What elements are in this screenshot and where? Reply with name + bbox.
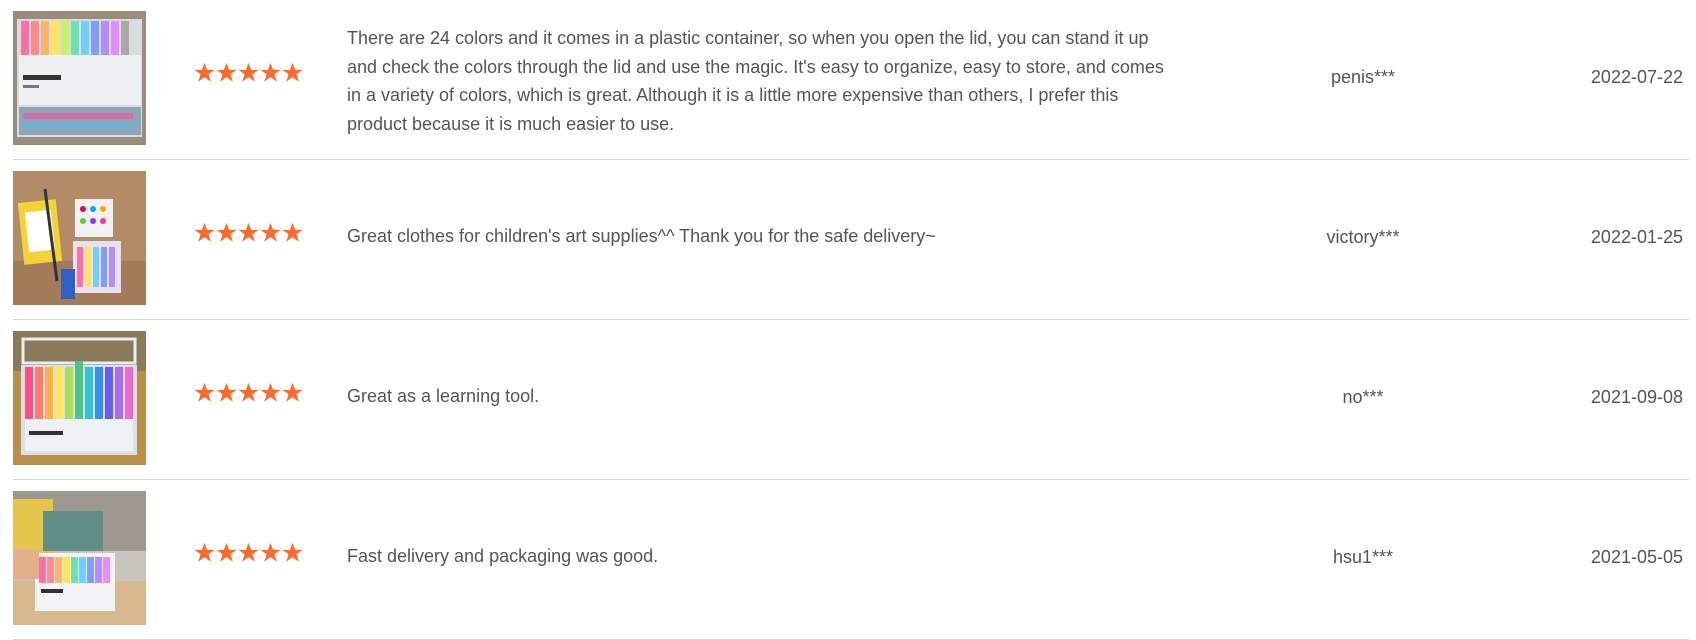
review-list: There are 24 colors and it comes in a pl…	[13, 0, 1689, 640]
star-icon	[216, 542, 237, 562]
review-date: 2022-01-25	[1590, 227, 1683, 247]
star-icon	[282, 222, 303, 242]
star-icon	[238, 382, 259, 402]
reviewer-name: penis***	[1330, 67, 1396, 87]
product-photo-package-icon	[13, 491, 146, 625]
review-date: 2021-05-05	[1590, 547, 1683, 567]
review-photo[interactable]	[13, 491, 146, 625]
product-photo-art-supplies-icon	[13, 171, 146, 305]
reviewer-name: victory***	[1326, 227, 1400, 247]
rating-stars	[194, 222, 303, 250]
review-date: 2021-09-08	[1590, 387, 1683, 407]
star-icon	[216, 382, 237, 402]
star-icon	[194, 222, 215, 242]
product-photo-open-case-icon	[13, 331, 146, 465]
review-row: Great as a learning tool. no*** 2021-09-…	[13, 320, 1689, 480]
product-photo-marker-box-icon	[13, 11, 146, 145]
star-icon	[238, 62, 259, 82]
review-text: Fast delivery and packaging was good.	[347, 546, 659, 566]
rating-stars	[194, 542, 303, 570]
star-icon	[282, 382, 303, 402]
reviewer-name: hsu1***	[1332, 547, 1394, 567]
review-row: There are 24 colors and it comes in a pl…	[13, 0, 1689, 160]
rating-stars	[194, 62, 303, 90]
star-icon	[260, 62, 281, 82]
star-icon	[194, 542, 215, 562]
review-date: 2022-07-22	[1590, 67, 1683, 87]
star-icon	[216, 62, 237, 82]
star-icon	[282, 62, 303, 82]
star-icon	[194, 62, 215, 82]
reviewer-name: no***	[1342, 387, 1384, 407]
star-icon	[282, 542, 303, 562]
star-icon	[238, 222, 259, 242]
rating-stars	[194, 382, 303, 410]
review-text: Great as a learning tool.	[347, 386, 540, 406]
star-icon	[260, 382, 281, 402]
star-icon	[238, 542, 259, 562]
star-icon	[216, 222, 237, 242]
star-icon	[194, 382, 215, 402]
star-icon	[260, 542, 281, 562]
review-text: There are 24 colors and it comes in a pl…	[347, 28, 1164, 134]
review-photo[interactable]	[13, 11, 146, 145]
star-icon	[260, 222, 281, 242]
review-photo[interactable]	[13, 171, 146, 305]
review-row: Fast delivery and packaging was good. hs…	[13, 480, 1689, 640]
review-text: Great clothes for children's art supplie…	[347, 226, 936, 246]
review-row: Great clothes for children's art supplie…	[13, 160, 1689, 320]
review-photo[interactable]	[13, 331, 146, 465]
